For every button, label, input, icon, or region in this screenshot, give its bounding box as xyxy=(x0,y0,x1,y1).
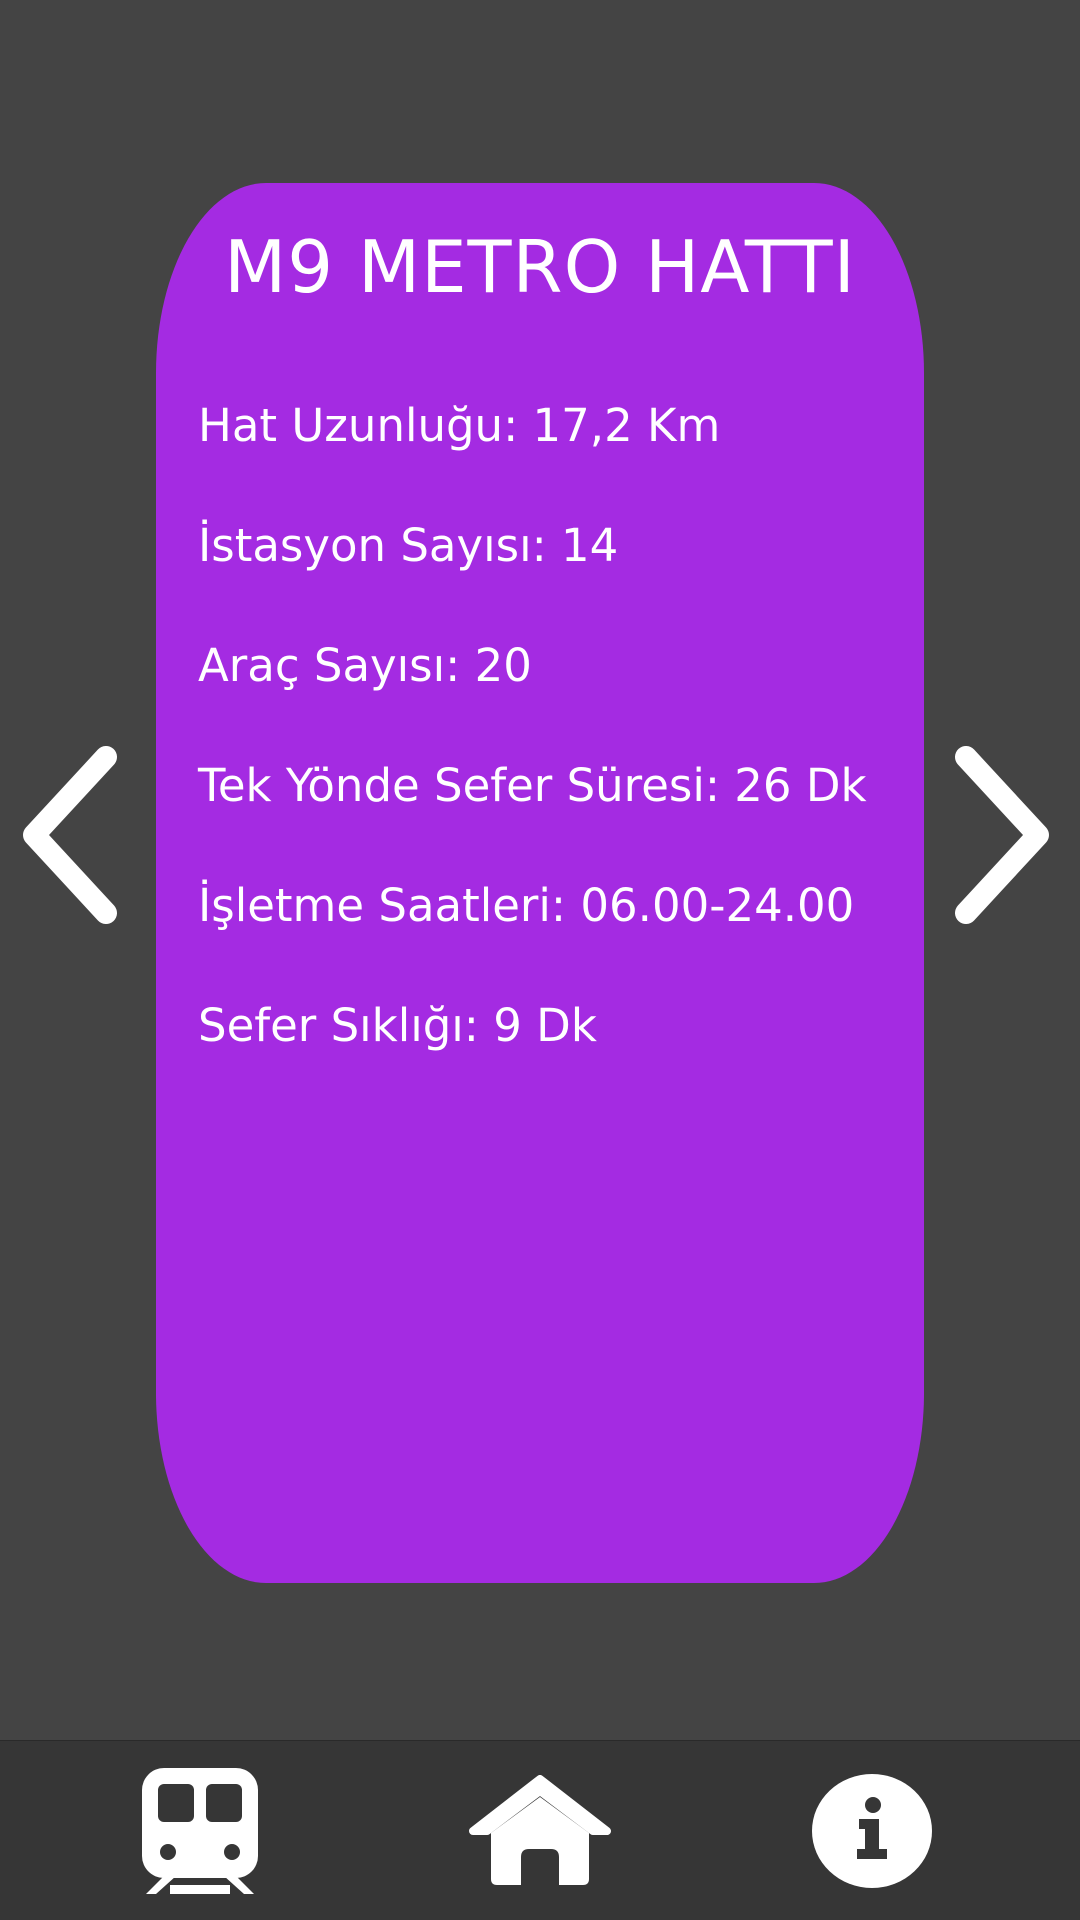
next-line-button[interactable] xyxy=(950,742,1050,928)
chevron-right-icon xyxy=(955,746,1049,924)
frequency-text: Sefer Sıklığı: 9 Dk xyxy=(198,999,597,1052)
screen: M9 METRO HATTI Hat Uzunluğu: 17,2 Km İst… xyxy=(0,0,1080,1920)
vehicle-count-text: Araç Sayısı: 20 xyxy=(198,639,532,692)
line-length-text: Hat Uzunluğu: 17,2 Km xyxy=(198,399,721,452)
info-icon xyxy=(812,1774,932,1888)
line-title: M9 METRO HATTI xyxy=(224,225,856,309)
chevron-left-icon xyxy=(23,746,117,924)
one-way-duration-text: Tek Yönde Sefer Süresi: 26 Dk xyxy=(198,759,867,812)
nav-lines-button[interactable] xyxy=(120,1741,280,1920)
previous-line-button[interactable] xyxy=(22,742,122,928)
nav-home-button[interactable] xyxy=(460,1741,620,1920)
home-icon xyxy=(469,1775,611,1885)
operating-hours-text: İşletme Saatleri: 06.00-24.00 xyxy=(198,879,855,932)
train-icon xyxy=(142,1768,258,1894)
station-count-text: İstasyon Sayısı: 14 xyxy=(198,519,619,572)
bottom-navigation-bar xyxy=(0,1740,1080,1920)
nav-info-button[interactable] xyxy=(792,1741,952,1920)
